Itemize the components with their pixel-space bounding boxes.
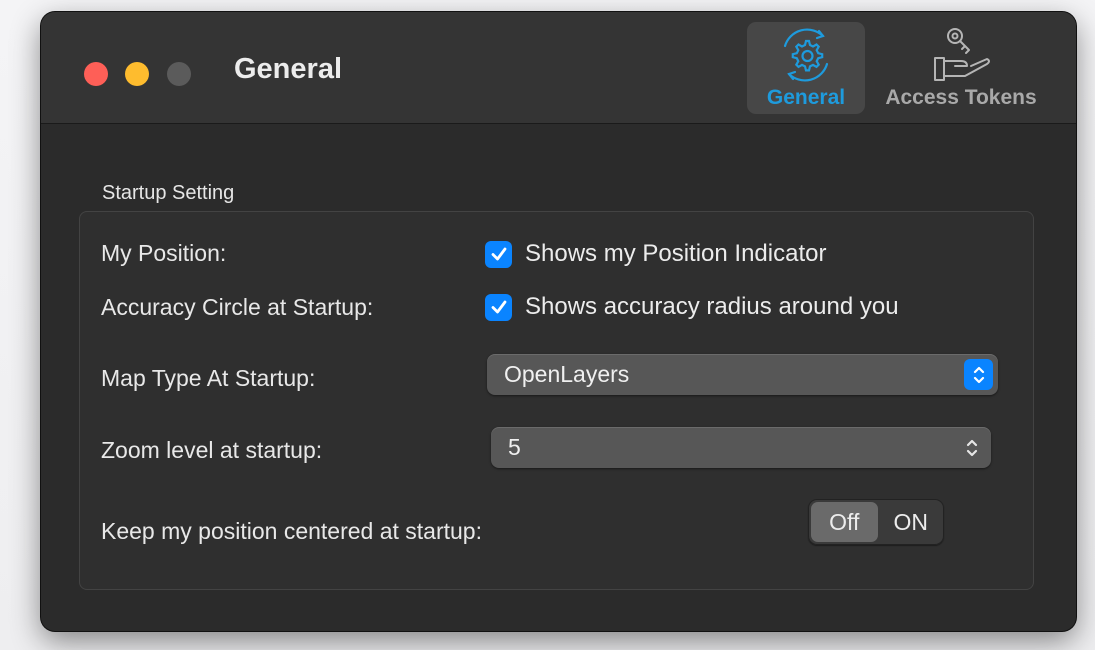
keep-centered-toggle: Off ON [808, 499, 944, 545]
minimize-button[interactable] [125, 62, 149, 86]
zoom-level-label: Zoom level at startup: [101, 437, 323, 463]
zoom-level-popup[interactable]: 5 [491, 427, 991, 468]
keep-centered-label: Keep my position centered at startup: [101, 518, 482, 544]
map-type-label: Map Type At Startup: [101, 365, 316, 391]
tab-general[interactable]: General [747, 22, 865, 114]
preferences-window: General General Access Tokens Startup Se… [41, 12, 1076, 631]
segment-off[interactable]: Off [811, 502, 878, 542]
my-position-label: My Position: [101, 240, 227, 266]
my-position-checkbox[interactable]: Shows my Position Indicator [485, 240, 826, 268]
tab-access-tokens[interactable]: Access Tokens [875, 22, 1047, 114]
my-position-checkbox-label: Shows my Position Indicator [525, 240, 827, 267]
accuracy-circle-label: Accuracy Circle at Startup: [101, 294, 374, 320]
chevron-updown-icon [964, 359, 993, 390]
segment-on[interactable]: ON [878, 499, 945, 545]
chevron-updown-icon [957, 432, 986, 463]
window-title: General [234, 53, 342, 85]
checkmark-icon [485, 240, 512, 268]
key-hand-icon [921, 24, 1001, 91]
map-type-value: OpenLayers [504, 361, 630, 387]
startup-setting-title: Startup Setting [102, 182, 235, 204]
zoom-level-value: 5 [508, 434, 521, 460]
checkmark-icon [485, 293, 512, 321]
desktop-background: General General Access Tokens Startup Se… [0, 0, 1095, 650]
map-type-popup[interactable]: OpenLayers [487, 354, 998, 395]
accuracy-circle-checkbox-label: Shows accuracy radius around you [525, 293, 899, 320]
zoom-button[interactable] [167, 62, 191, 86]
title-bar: General General Access Tokens [41, 12, 1076, 124]
close-button[interactable] [84, 62, 108, 86]
accuracy-circle-checkbox[interactable]: Shows accuracy radius around you [485, 293, 899, 321]
gear-icon [775, 24, 837, 91]
